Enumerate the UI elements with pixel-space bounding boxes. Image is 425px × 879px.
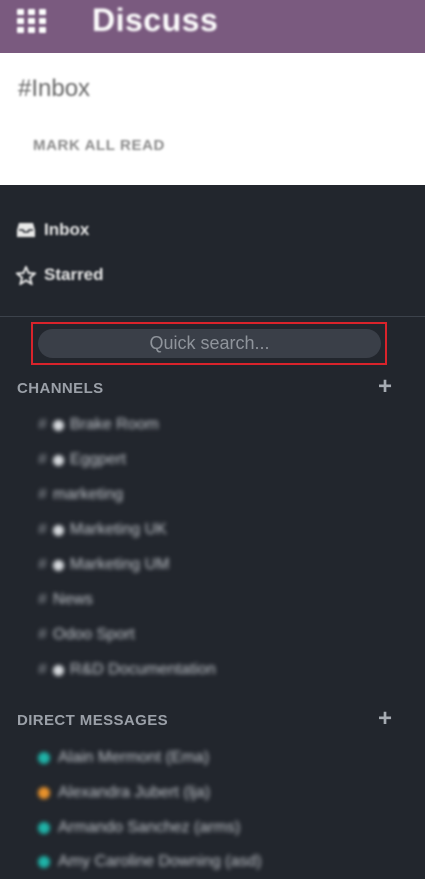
channel-item[interactable]: # marketing (38, 486, 123, 504)
hash-icon: # (38, 416, 47, 433)
channels-header[interactable]: CHANNELS (17, 380, 104, 397)
mailbox-starred[interactable]: Starred (16, 265, 104, 285)
direct-messages-header[interactable]: DIRECT MESSAGES (17, 712, 168, 729)
private-channel-icon (52, 664, 64, 676)
channel-item[interactable]: # Marketing UM (38, 556, 169, 574)
hash-icon: # (38, 486, 47, 503)
private-channel-icon (52, 454, 64, 466)
inbox-icon (17, 223, 35, 237)
channel-item[interactable]: # Brake Room (38, 416, 159, 434)
online-status-icon (38, 822, 50, 834)
direct-message-item[interactable]: Amy Caroline Downing (asd) (38, 853, 262, 871)
channel-item[interactable]: # Odoo Sport (38, 626, 135, 644)
control-panel: #Inbox MARK ALL READ (0, 53, 425, 185)
quick-search-input[interactable] (38, 329, 381, 358)
private-channel-icon (52, 559, 64, 571)
direct-message-label: Amy Caroline Downing (asd) (58, 853, 262, 870)
hash-icon: # (38, 521, 47, 538)
channel-label: Marketing UK (69, 521, 167, 538)
direct-message-label: Armando Sanchez (arms) (58, 819, 241, 836)
channel-label: Marketing UM (69, 556, 170, 573)
channel-item[interactable]: # Eggpert (38, 451, 126, 469)
search-highlight-frame (31, 322, 387, 365)
mailbox-inbox[interactable]: Inbox (16, 220, 89, 240)
mailbox-starred-label: Starred (44, 265, 104, 284)
breadcrumb: #Inbox (18, 75, 91, 102)
channel-label: marketing (52, 486, 124, 503)
private-channel-icon (52, 524, 64, 536)
direct-message-item[interactable]: Alain Mermont (Ema) (38, 749, 209, 767)
online-status-icon (38, 752, 50, 764)
channel-label: News (52, 591, 93, 608)
hash-icon: # (38, 661, 47, 678)
mark-all-read-button[interactable]: MARK ALL READ (33, 137, 165, 154)
top-navbar: Discuss (0, 0, 425, 53)
direct-message-label: Alexandra Jubert (lja) (58, 784, 211, 801)
channel-item[interactable]: # News (38, 591, 93, 609)
channel-label: R&D Documentation (69, 661, 216, 678)
hash-icon: # (38, 556, 47, 573)
direct-message-label: Alain Mermont (Ema) (58, 749, 210, 766)
hash-icon: # (38, 626, 47, 643)
hash-icon: # (38, 591, 47, 608)
star-icon (16, 265, 36, 285)
sidebar-divider (0, 316, 425, 317)
add-channel-icon[interactable]: + (376, 375, 394, 399)
channel-item[interactable]: # Marketing UK (38, 521, 167, 539)
away-status-icon (38, 787, 50, 799)
channel-label: Eggpert (69, 451, 126, 468)
direct-message-item[interactable]: Alexandra Jubert (lja) (38, 784, 210, 802)
app-title: Discuss (92, 2, 219, 38)
private-channel-icon (52, 419, 64, 431)
mailbox-inbox-label: Inbox (44, 220, 90, 239)
channel-label: Odoo Sport (52, 626, 135, 643)
online-status-icon (38, 856, 50, 868)
add-direct-message-icon[interactable]: + (376, 707, 394, 731)
direct-message-item[interactable]: Armando Sanchez (arms) (38, 819, 240, 837)
discuss-sidebar: Inbox Starred CHANNELS + # Brake Room # … (0, 185, 425, 879)
channel-label: Brake Room (69, 416, 159, 433)
channel-item[interactable]: # R&D Documentation (38, 661, 216, 679)
apps-menu-icon[interactable] (17, 9, 46, 35)
hash-icon: # (38, 451, 47, 468)
